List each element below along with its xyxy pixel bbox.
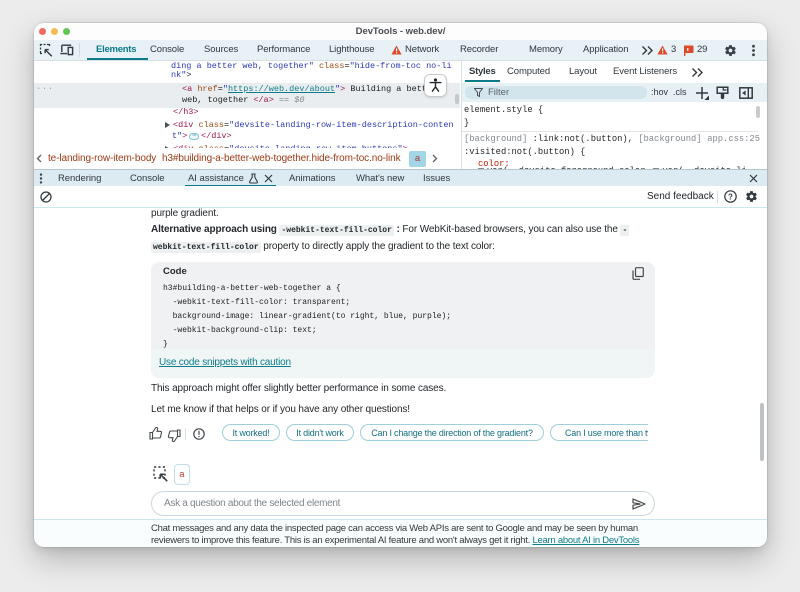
svg-text:?: ?	[728, 192, 733, 201]
